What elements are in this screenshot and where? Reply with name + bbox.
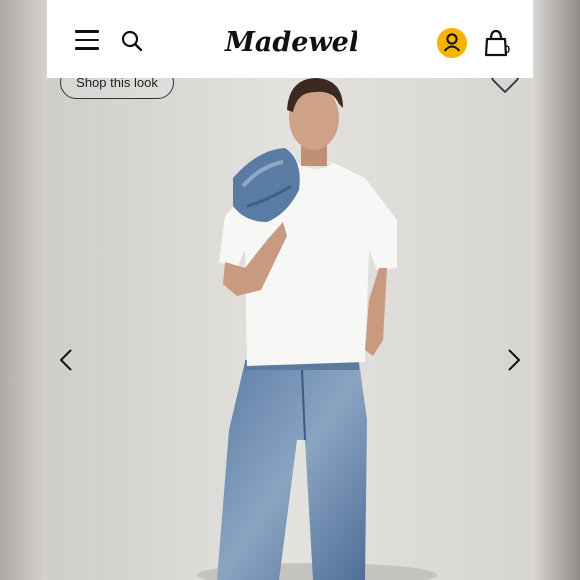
background-blur-left — [0, 0, 47, 580]
site-header: Madewell 0 — [47, 0, 533, 78]
brand-logo[interactable]: Madewell — [223, 24, 357, 60]
account-icon[interactable] — [437, 28, 467, 58]
mobile-screen: Madewell 0 Shop this look — [47, 0, 533, 580]
bag-count: 0 — [504, 44, 511, 56]
background-blur-right — [533, 0, 580, 580]
search-icon[interactable] — [121, 30, 143, 52]
menu-icon[interactable] — [75, 30, 99, 50]
chevron-left-icon[interactable] — [57, 348, 75, 372]
svg-text:Madewell: Madewell — [224, 27, 357, 58]
bag-icon[interactable] — [483, 28, 515, 58]
chevron-right-icon[interactable] — [505, 348, 523, 372]
